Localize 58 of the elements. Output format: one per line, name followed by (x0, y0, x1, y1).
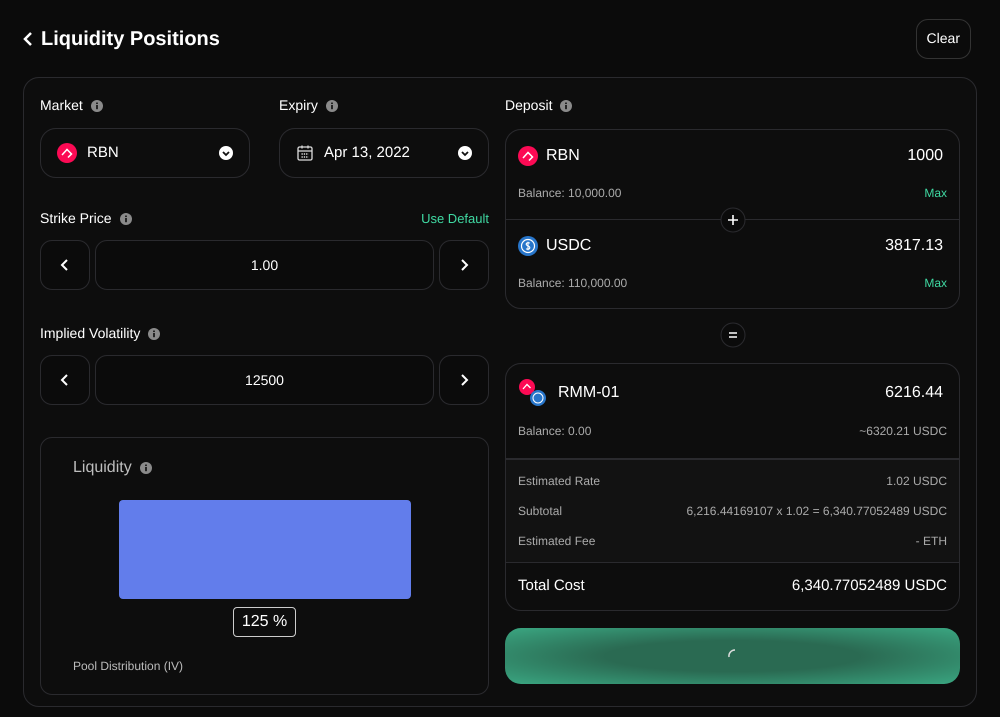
increment-button[interactable] (439, 240, 489, 290)
page-title: Liquidity Positions (41, 26, 220, 52)
submit-button[interactable] (505, 628, 960, 684)
clear-button[interactable]: Clear (916, 18, 971, 58)
token-name: RBN (546, 146, 581, 166)
equals-icon (720, 322, 746, 348)
detail-value: 6,216.44169107 x 1.02 = 6,340.77052489 USDC (686, 503, 947, 520)
detail-label: Subtotal (518, 503, 562, 520)
calendar-icon (296, 144, 314, 162)
percentage-badge: 125 % (232, 607, 296, 637)
value-text: ~6320.21 USDC (859, 423, 947, 440)
max-button[interactable]: Max (924, 184, 947, 202)
detail-label: Estimated Rate (518, 473, 600, 490)
field-label: Deposit (505, 96, 552, 115)
info-icon (560, 100, 572, 112)
info-icon (90, 100, 103, 112)
info-icon (326, 100, 338, 112)
token-name: USDC (546, 236, 592, 256)
detail-value: - ETH (916, 533, 947, 550)
panel-title: Liquidity (73, 458, 132, 478)
token-pair-icon (518, 378, 548, 408)
chevron-down-icon (219, 146, 233, 160)
chevron-down-icon (458, 146, 472, 160)
chevron-right-icon (459, 259, 469, 271)
token-name: RMM-01 (558, 383, 620, 403)
field-label: Market (40, 96, 83, 115)
strike-price-field[interactable]: 1.00 (95, 240, 434, 290)
increment-button[interactable] (439, 355, 489, 405)
volatility-field[interactable]: 12500 (95, 355, 434, 405)
chevron-left-icon (60, 374, 70, 386)
info-icon (140, 462, 152, 474)
use-default-link[interactable]: Use Default (421, 208, 489, 228)
decrement-button[interactable] (40, 240, 90, 290)
amount-text: 6216.44 (885, 383, 943, 403)
chevron-right-icon (459, 374, 469, 386)
decrement-button[interactable] (40, 355, 90, 405)
field-label: Implied Volatility (40, 324, 140, 343)
detail-value: 1.02 USDC (886, 473, 947, 490)
amount-field[interactable]: 1000 (907, 144, 943, 168)
token-logo-icon (57, 143, 77, 163)
coin-logo-icon (518, 236, 538, 256)
detail-label: Estimated Fee (518, 533, 596, 550)
total-value: 6,340.77052489 USDC (792, 576, 947, 596)
field-label: Strike Price (40, 209, 112, 228)
balance-text: Balance: 110,000.00 (518, 275, 628, 292)
amount-field[interactable]: 3817.13 (885, 234, 943, 258)
market-select[interactable]: RBN (40, 128, 250, 178)
date-select[interactable]: Apr 13, 2022 (279, 128, 489, 178)
token-logo-icon (518, 146, 538, 166)
balance-text: Balance: 0.00 (518, 423, 592, 440)
info-icon (120, 212, 132, 224)
total-label: Total Cost (518, 576, 585, 596)
max-button[interactable]: Max (924, 274, 947, 292)
chart-caption: Pool Distribution (IV) (73, 658, 184, 675)
balance-text: Balance: 10,000.00 (518, 185, 622, 202)
info-icon (148, 328, 160, 340)
chevron-left-icon (60, 259, 70, 271)
field-label: Expiry (279, 96, 318, 115)
